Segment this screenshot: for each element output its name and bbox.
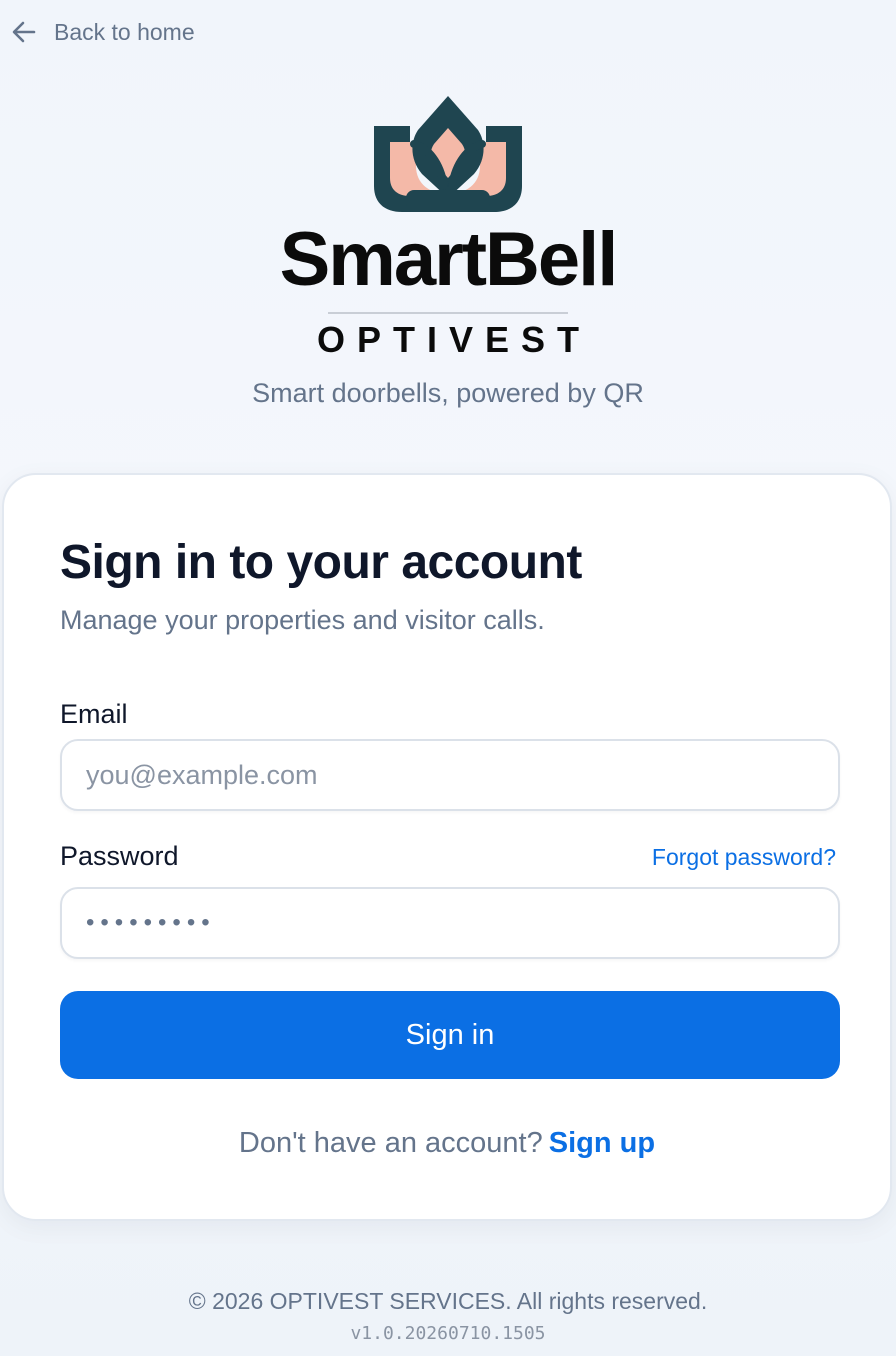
signin-card: Sign in to your account Manage your prop… xyxy=(2,473,892,1221)
sign-in-button[interactable]: Sign in xyxy=(60,991,840,1079)
brand-subname: OPTIVEST xyxy=(316,319,592,360)
signin-subtitle: Manage your properties and visitor calls… xyxy=(60,605,545,635)
sign-up-link[interactable]: Sign up xyxy=(549,1127,655,1159)
back-to-home-label: Back to home xyxy=(54,18,195,45)
forgot-password-link[interactable]: Forgot password? xyxy=(652,844,836,871)
lotus-bell-logo-icon xyxy=(0,94,896,214)
signup-prompt: Don't have an account? xyxy=(238,1127,543,1159)
back-to-home-link[interactable]: Back to home xyxy=(10,14,195,50)
brand-header: SmartBell OPTIVEST Smart doorbells, powe… xyxy=(0,94,896,409)
arrow-left-icon xyxy=(10,18,38,46)
email-label: Email xyxy=(60,699,128,729)
copyright-text: © 2026 OPTIVEST SERVICES. All rights res… xyxy=(188,1288,708,1314)
brand-name: SmartBell xyxy=(279,217,619,302)
brand-divider xyxy=(328,312,568,314)
signup-row: Don't have an account? Sign up xyxy=(4,1127,890,1160)
email-field[interactable] xyxy=(60,739,840,811)
signin-title: Sign in to your account xyxy=(60,536,582,589)
version-text: v1.0.20260710.1505 xyxy=(350,1323,546,1344)
password-label: Password xyxy=(60,841,179,871)
password-field[interactable] xyxy=(60,887,840,959)
footer: © 2026 OPTIVEST SERVICES. All rights res… xyxy=(0,1288,896,1344)
brand-tagline: Smart doorbells, powered by QR xyxy=(252,378,644,408)
